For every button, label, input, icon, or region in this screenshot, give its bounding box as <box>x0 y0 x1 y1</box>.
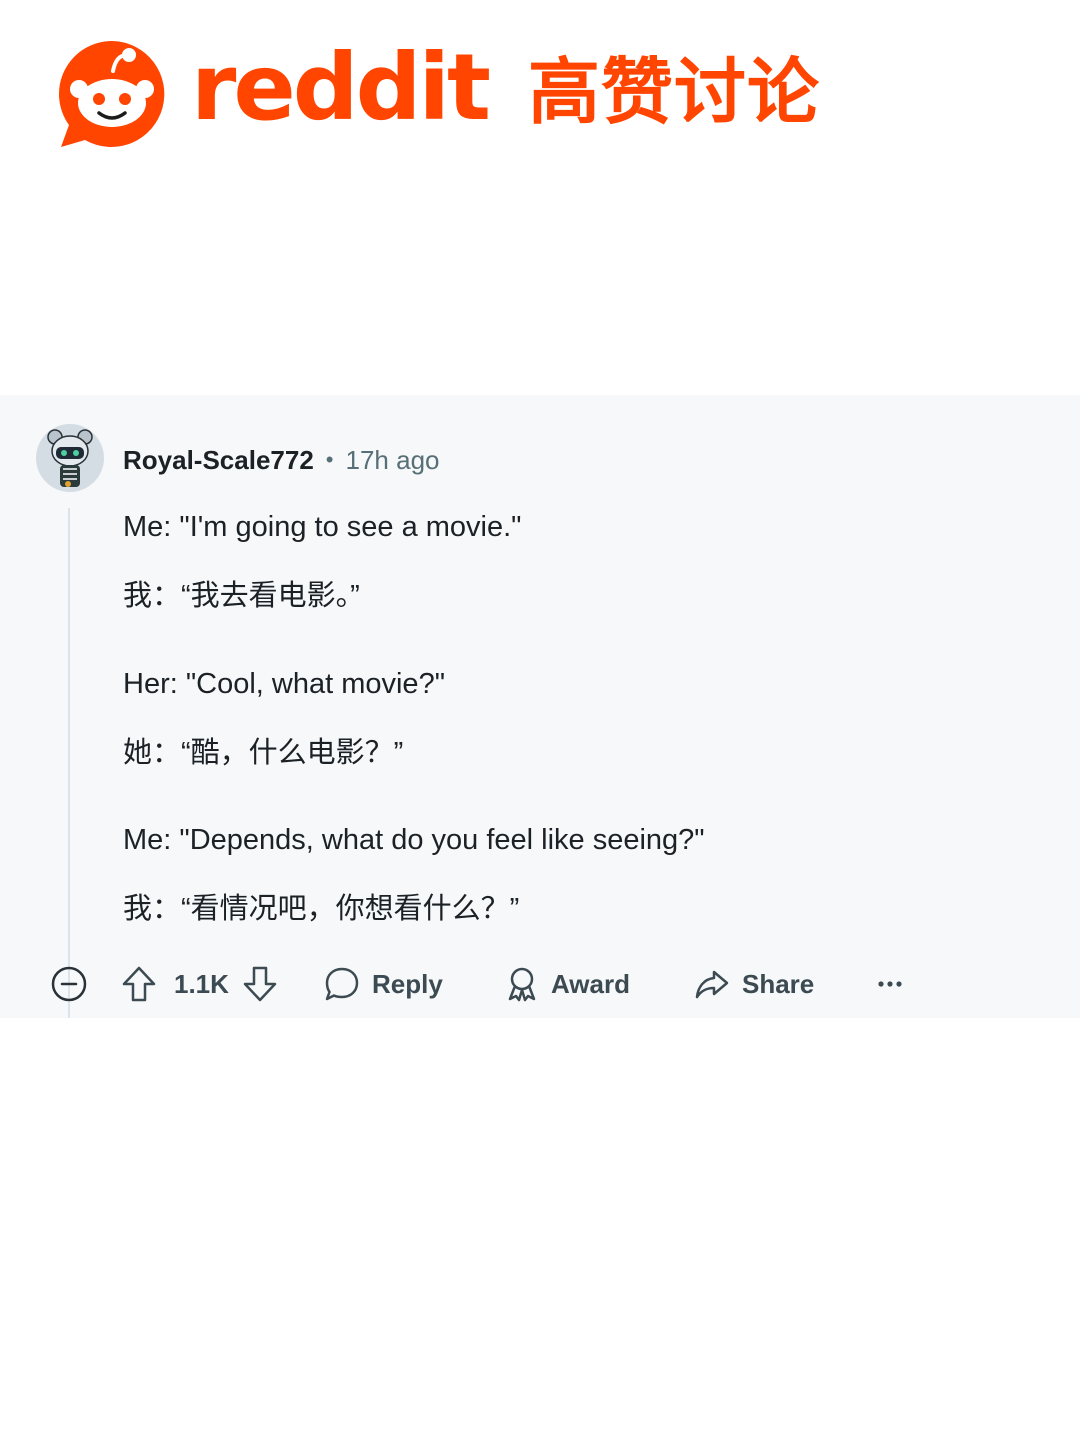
downvote-arrow-icon <box>243 966 277 1002</box>
comment-action-bar: 1.1K Reply Award Share <box>0 955 1080 1013</box>
reddit-wordmark: reddit <box>191 34 491 141</box>
page: reddit 高赞讨论 Royal-Scale772 • 17h ago Me:… <box>0 0 1080 1440</box>
comment-meta: Royal-Scale772 • 17h ago <box>123 444 439 476</box>
speech-bubble-icon <box>325 967 359 1001</box>
comment-line: 我：“我去看电影。” <box>123 580 360 612</box>
comment-line: 她：“酷，什么电影？” <box>123 737 404 769</box>
award-ribbon-icon <box>508 967 536 1002</box>
comment-line: Her: "Cool, what movie?" <box>123 668 445 700</box>
upvote-button[interactable] <box>121 955 157 1013</box>
meta-separator: • <box>325 447 334 472</box>
share-label: Share <box>742 968 815 999</box>
comment-line: Me: "I'm going to see a movie." <box>123 511 522 543</box>
reply-button[interactable]: Reply <box>324 955 443 1013</box>
vote-score-label: 1.1K <box>174 968 229 999</box>
upvote-arrow-icon <box>122 966 156 1002</box>
header-banner: reddit 高赞讨论 <box>55 36 820 152</box>
reply-label: Reply <box>372 968 443 999</box>
share-button[interactable]: Share <box>694 955 814 1013</box>
thread-line[interactable] <box>68 508 70 1018</box>
reddit-snoo-logo-icon <box>58 40 165 147</box>
vote-score: 1.1K <box>162 955 229 1013</box>
username[interactable]: Royal-Scale772 <box>123 445 314 476</box>
comment-timestamp: 17h ago <box>345 444 440 475</box>
collapse-button[interactable] <box>51 955 87 1013</box>
comment-line: 我：“看情况吧，你想看什么？” <box>123 893 520 925</box>
user-avatar[interactable] <box>35 423 105 493</box>
share-arrow-icon <box>695 970 729 999</box>
minus-circle-icon <box>51 966 87 1002</box>
downvote-button[interactable] <box>242 955 278 1013</box>
award-button[interactable]: Award <box>505 955 630 1013</box>
more-dots-icon <box>878 981 902 987</box>
banner-tagline: 高赞讨论 <box>528 50 821 134</box>
award-label: Award <box>551 968 630 999</box>
comment-line: Me: "Depends, what do you feel like seei… <box>123 824 705 856</box>
more-options-button[interactable] <box>877 955 903 1013</box>
